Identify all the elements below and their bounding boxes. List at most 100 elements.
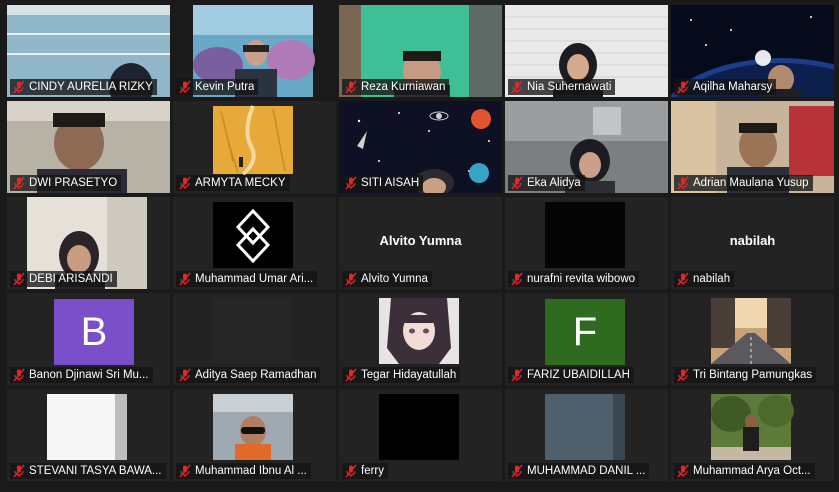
microphone-muted-icon xyxy=(677,464,689,478)
microphone-muted-icon xyxy=(13,176,25,190)
participant-nameplate: Adrian Maulana Yusup xyxy=(674,175,813,191)
microphone-muted-icon xyxy=(13,368,25,382)
participant-nameplate: MUHAMMAD DANIL ... xyxy=(508,463,650,479)
participant-name: Aditya Saep Ramadhan xyxy=(195,369,317,381)
microphone-muted-icon xyxy=(179,368,191,382)
participant-tile[interactable]: Eka Alidya xyxy=(505,101,668,193)
participant-name: Adrian Maulana Yusup xyxy=(693,177,809,189)
participant-nameplate: DEBI ARISANDI xyxy=(10,271,117,287)
participant-tile[interactable]: Kevin Putra xyxy=(173,5,336,97)
participant-nameplate: CINDY AURELIA RIZKY xyxy=(10,79,157,95)
microphone-muted-icon xyxy=(179,80,191,94)
participant-name: Tegar Hidayatullah xyxy=(361,369,457,381)
participant-tile[interactable]: F FARIZ UBAIDILLAH xyxy=(505,293,668,385)
participant-name: nurafni revita wibowo xyxy=(527,273,636,285)
participant-tile[interactable]: CINDY AURELIA RIZKY xyxy=(7,5,170,97)
microphone-muted-icon xyxy=(511,176,523,190)
participant-tile[interactable]: Adrian Maulana Yusup xyxy=(671,101,834,193)
participant-name: STEVANI TASYA BAWA... xyxy=(29,465,162,477)
participant-tile[interactable]: nurafni revita wibowo xyxy=(505,197,668,289)
participant-tile[interactable]: Muhammad Ibnu Al ... xyxy=(173,389,336,481)
microphone-muted-icon xyxy=(511,272,523,286)
microphone-muted-icon xyxy=(511,464,523,478)
microphone-muted-icon xyxy=(179,176,191,190)
participant-name: Muhammad Umar Ari... xyxy=(195,273,314,285)
participant-tile[interactable]: B Banon Djinawi Sri Mu... xyxy=(7,293,170,385)
participant-name: ferry xyxy=(361,465,384,477)
participant-nameplate: DWI PRASETYO xyxy=(10,175,122,191)
participant-name: Tri Bintang Pamungkas xyxy=(693,369,813,381)
participant-tile[interactable]: Aqilha Maharsy xyxy=(671,5,834,97)
participant-nameplate: nurafni revita wibowo xyxy=(508,271,640,287)
participant-tile[interactable]: Muhammad Umar Ari... xyxy=(173,197,336,289)
participant-tile[interactable]: Reza Kurniawan xyxy=(339,5,502,97)
microphone-muted-icon xyxy=(345,80,357,94)
participant-nameplate: SITI AISAH xyxy=(342,175,424,191)
microphone-muted-icon xyxy=(179,464,191,478)
participant-name: MUHAMMAD DANIL ... xyxy=(527,465,646,477)
participant-nameplate: Reza Kurniawan xyxy=(342,79,450,95)
participant-nameplate: Muhammad Umar Ari... xyxy=(176,271,318,287)
microphone-muted-icon xyxy=(13,464,25,478)
participant-tile[interactable]: DWI PRASETYO xyxy=(7,101,170,193)
participant-name: Alvito Yumna xyxy=(361,273,428,285)
participant-tile[interactable]: Tegar Hidayatullah xyxy=(339,293,502,385)
participant-name: DEBI ARISANDI xyxy=(29,273,113,285)
participant-name: nabilah xyxy=(693,273,731,285)
participant-tile[interactable]: DEBI ARISANDI xyxy=(7,197,170,289)
participant-nameplate: ARMYTA MECKY xyxy=(176,175,290,191)
gallery-grid: CINDY AURELIA RIZKY Kevin Putra Reza Kur… xyxy=(0,0,839,492)
participant-name: FARIZ UBAIDILLAH xyxy=(527,369,630,381)
microphone-muted-icon xyxy=(13,80,25,94)
participant-name: CINDY AURELIA RIZKY xyxy=(29,81,153,93)
participant-display-name: nabilah xyxy=(729,233,776,248)
participant-nameplate: Aditya Saep Ramadhan xyxy=(176,367,321,383)
participant-name: Aqilha Maharsy xyxy=(693,81,773,93)
participant-avatar: F xyxy=(545,299,625,365)
participant-nameplate: Tri Bintang Pamungkas xyxy=(674,367,817,383)
participant-tile[interactable]: ferry xyxy=(339,389,502,481)
participant-name: ARMYTA MECKY xyxy=(195,177,286,189)
participant-tile[interactable]: ARMYTA MECKY xyxy=(173,101,336,193)
participant-tile[interactable]: Aditya Saep Ramadhan xyxy=(173,293,336,385)
participant-name: Muhammad Ibnu Al ... xyxy=(195,465,307,477)
participant-nameplate: Alvito Yumna xyxy=(342,271,432,287)
participant-nameplate: Nia Suhernawati xyxy=(508,79,616,95)
participant-name: Muhammad Arya Oct... xyxy=(693,465,811,477)
participant-name: Nia Suhernawati xyxy=(527,81,612,93)
participant-nameplate: ferry xyxy=(342,463,388,479)
participant-nameplate: Aqilha Maharsy xyxy=(674,79,777,95)
microphone-muted-icon xyxy=(677,80,689,94)
participant-tile[interactable]: Nia Suhernawati xyxy=(505,5,668,97)
participant-name: DWI PRASETYO xyxy=(29,177,118,189)
microphone-muted-icon xyxy=(345,464,357,478)
microphone-muted-icon xyxy=(511,80,523,94)
participant-tile[interactable]: Alvito Yumna Alvito Yumna xyxy=(339,197,502,289)
microphone-muted-icon xyxy=(13,272,25,286)
microphone-muted-icon xyxy=(511,368,523,382)
microphone-muted-icon xyxy=(677,176,689,190)
participant-name: Reza Kurniawan xyxy=(361,81,446,93)
participant-nameplate: Kevin Putra xyxy=(176,79,259,95)
participant-avatar: B xyxy=(54,299,134,365)
participant-nameplate: nabilah xyxy=(674,271,735,287)
participant-nameplate: Muhammad Ibnu Al ... xyxy=(176,463,311,479)
participant-tile[interactable]: Muhammad Arya Oct... xyxy=(671,389,834,481)
participant-nameplate: Eka Alidya xyxy=(508,175,585,191)
participant-name: Banon Djinawi Sri Mu... xyxy=(29,369,149,381)
microphone-muted-icon xyxy=(345,272,357,286)
microphone-muted-icon xyxy=(345,368,357,382)
microphone-muted-icon xyxy=(179,272,191,286)
participant-tile[interactable]: MUHAMMAD DANIL ... xyxy=(505,389,668,481)
participant-display-name: Alvito Yumna xyxy=(379,233,462,248)
microphone-muted-icon xyxy=(677,272,689,286)
participant-nameplate: Tegar Hidayatullah xyxy=(342,367,461,383)
participant-nameplate: STEVANI TASYA BAWA... xyxy=(10,463,166,479)
participant-name: Eka Alidya xyxy=(527,177,581,189)
participant-tile[interactable]: Tri Bintang Pamungkas xyxy=(671,293,834,385)
participant-tile[interactable]: SITI AISAH xyxy=(339,101,502,193)
microphone-muted-icon xyxy=(677,368,689,382)
participant-tile[interactable]: nabilah nabilah xyxy=(671,197,834,289)
participant-nameplate: FARIZ UBAIDILLAH xyxy=(508,367,634,383)
participant-tile[interactable]: STEVANI TASYA BAWA... xyxy=(7,389,170,481)
